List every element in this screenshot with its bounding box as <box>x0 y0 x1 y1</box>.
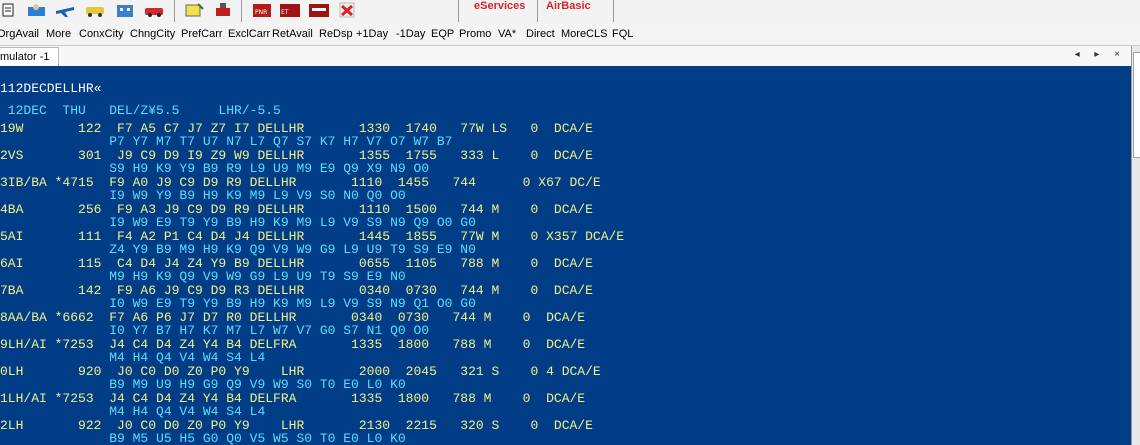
command-line: 112DECDELLHR« <box>0 81 102 96</box>
cmd-conxcity[interactable]: ConxCity <box>79 28 124 40</box>
main-toolbar: PNR ET eServices AirBasic <box>0 0 1140 23</box>
terminal-screen[interactable]: 112DECDELLHR« 12DEC THU DEL/Z¥5.5 LHR/-5… <box>0 66 1131 445</box>
etpnr-icon[interactable]: ET <box>279 2 301 18</box>
class-row: I9 W9 Y9 B9 H9 K9 M9 L9 V9 S0 N0 Q0 O0 <box>0 188 406 203</box>
cmd-retavail[interactable]: RetAvail <box>272 28 313 40</box>
flight-icon[interactable] <box>54 2 76 18</box>
pnr-icon[interactable]: PNR <box>251 2 273 18</box>
class-row: B9 M9 U9 H9 G9 Q9 V9 W9 S0 T0 E0 L0 K0 <box>0 377 406 392</box>
cmd-prefcarr[interactable]: PrefCarr <box>181 28 223 40</box>
new-icon[interactable] <box>0 2 22 18</box>
cmd-morecls[interactable]: MoreCLS <box>561 28 607 40</box>
car-icon[interactable] <box>84 2 106 18</box>
tab-bar: mulator -1 ◂ ▸ × <box>0 46 1140 67</box>
cmd-exclcarr[interactable]: ExclCarr <box>228 28 270 40</box>
airbasic-button[interactable]: AirBasic <box>546 0 591 12</box>
hotel-icon[interactable] <box>114 2 136 18</box>
class-row: M9 H9 K9 Q9 V9 W9 G9 L9 U9 T9 S9 E9 N0 <box>0 269 406 284</box>
trash-icon[interactable] <box>212 2 234 18</box>
cmd-plus1day[interactable]: +1Day <box>356 28 388 40</box>
agent-icon[interactable] <box>26 2 48 18</box>
cmd-promo[interactable]: Promo <box>459 28 491 40</box>
toolbar-separator <box>537 0 538 22</box>
eservices-label: eServices <box>474 0 526 12</box>
cmd-eqp[interactable]: EQP <box>431 28 454 40</box>
side-scrollbar[interactable] <box>1131 46 1140 445</box>
cmd-minus1day[interactable]: -1Day <box>396 28 425 40</box>
class-row: M4 H4 Q4 V4 W4 S4 L4 <box>0 404 266 419</box>
airbasic-label: AirBasic <box>546 0 591 12</box>
toolbar-separator <box>458 0 459 22</box>
toolbar-separator <box>174 0 175 22</box>
class-row: P7 Y7 M7 T7 U7 N7 L7 Q7 S7 K7 H7 V7 O7 W… <box>0 134 453 149</box>
cmd-orgavail[interactable]: OrgAvail <box>0 28 39 40</box>
cmd-redsp[interactable]: ReDsp <box>319 28 353 40</box>
class-row: M4 H4 Q4 V4 W4 S4 L4 <box>0 350 266 365</box>
tour-icon[interactable] <box>143 2 165 18</box>
toolbar-separator <box>613 0 614 22</box>
svg-text:PNR: PNR <box>255 9 267 16</box>
tab-scroll-controls[interactable]: ◂ ▸ × <box>1075 49 1126 60</box>
class-row: S9 H9 K9 Y9 B9 R9 L9 U9 M9 E9 Q9 X9 N9 O… <box>0 161 430 176</box>
exit-icon[interactable] <box>336 2 358 18</box>
class-row: I0 Y7 B7 H7 K7 M7 L7 W7 V7 G0 S7 N1 Q0 O… <box>0 323 430 338</box>
cmd-direct[interactable]: Direct <box>526 28 555 40</box>
cmd-fql[interactable]: FQL <box>612 28 633 40</box>
class-row: I9 W9 E9 T9 Y9 B9 H9 K9 M9 L9 V9 S9 N9 Q… <box>0 215 476 230</box>
tab-emulator[interactable]: mulator -1 <box>0 47 59 66</box>
class-row: Z4 Y9 B9 M9 H9 K9 Q9 V9 W9 G9 L9 U9 T9 S… <box>0 242 476 257</box>
cmd-chngcity[interactable]: ChngCity <box>130 28 175 40</box>
cmd-more[interactable]: More <box>46 28 71 40</box>
class-row: I0 W9 E9 T9 Y9 B9 H9 K9 M9 L9 V9 S9 N9 Q… <box>0 296 476 311</box>
availability-header: 12DEC THU DEL/Z¥5.5 LHR/-5.5 <box>0 103 281 118</box>
cmd-va[interactable]: VA* <box>498 28 516 40</box>
scrollbar-thumb[interactable] <box>1133 52 1140 158</box>
svg-text:ET: ET <box>281 9 289 16</box>
class-row: B9 M5 U5 H5 G0 Q0 V5 W5 S0 T0 E0 L0 K0 <box>0 431 406 445</box>
docimp-icon[interactable] <box>308 2 330 18</box>
toolbar-separator <box>241 0 242 22</box>
command-shortcut-bar: OrgAvail More ConxCity ChngCity PrefCarr… <box>0 22 1140 46</box>
note-icon[interactable] <box>183 2 205 18</box>
eservices-button[interactable]: eServices <box>474 0 525 12</box>
